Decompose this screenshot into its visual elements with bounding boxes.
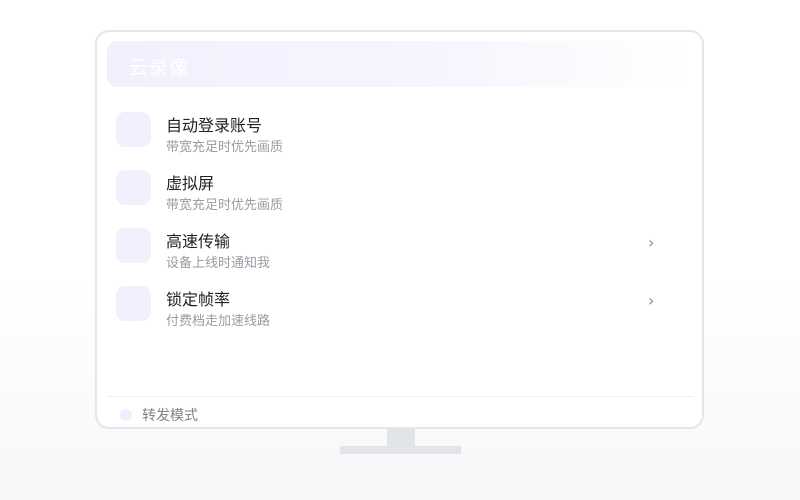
settings-item-auto-login[interactable]: 自动登录账号 带宽充足时优先画质 [97, 107, 702, 163]
dot-icon [120, 409, 132, 421]
monitor-frame: 云录像 自动登录账号 带宽充足时优先画质 虚拟屏 带宽充足时优先画质 高速传输 … [95, 30, 704, 429]
chevron-right-icon[interactable]: › [648, 233, 654, 252]
settings-item-subtitle: 付费档走加速线路 [166, 314, 271, 329]
settings-item-title: 锁定帧率 [166, 290, 231, 309]
settings-item-title: 虚拟屏 [166, 174, 215, 193]
footer-divider [107, 396, 694, 397]
placeholder-square-icon [116, 286, 151, 321]
page-title: 云录像 [129, 57, 190, 79]
placeholder-square-icon [116, 228, 151, 263]
settings-item-title: 高速传输 [166, 232, 231, 251]
placeholder-square-icon [116, 112, 151, 147]
header-bar: 云录像 [107, 41, 694, 87]
settings-item-title: 自动登录账号 [166, 116, 263, 135]
monitor-stand-neck [387, 429, 415, 446]
settings-item-high-speed-transfer[interactable]: 高速传输 设备上线时通知我 › [97, 223, 702, 279]
settings-item-virtual-screen[interactable]: 虚拟屏 带宽充足时优先画质 [97, 165, 702, 221]
placeholder-square-icon [116, 170, 151, 205]
monitor-stand-base [340, 446, 461, 454]
settings-item-subtitle: 带宽充足时优先画质 [166, 198, 284, 213]
settings-item-subtitle: 设备上线时通知我 [166, 256, 271, 271]
settings-item-subtitle: 带宽充足时优先画质 [166, 140, 284, 155]
chevron-right-icon[interactable]: › [648, 291, 654, 310]
settings-item-lock-frame-rate[interactable]: 锁定帧率 付费档走加速线路 › [97, 281, 702, 337]
footer-mode-label[interactable]: 转发模式 [142, 405, 198, 425]
